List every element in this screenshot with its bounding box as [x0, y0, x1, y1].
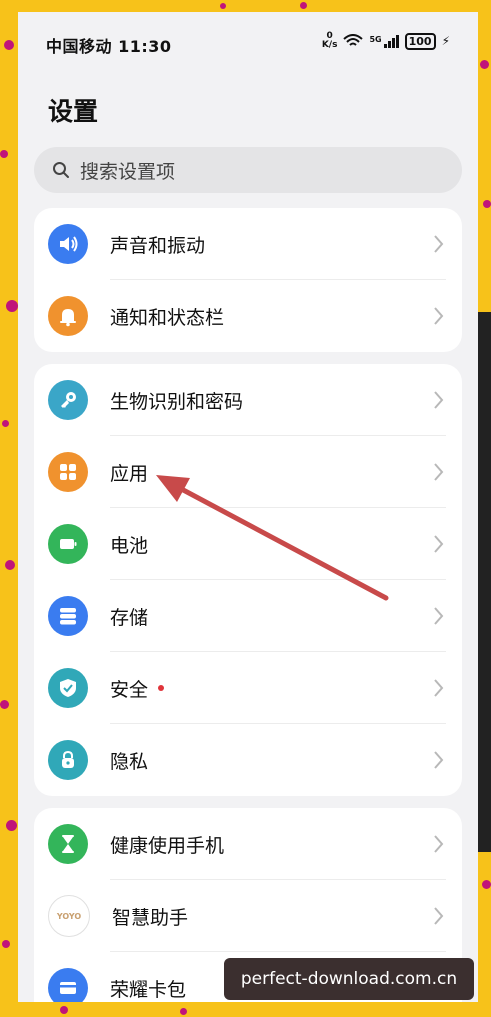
apps-icon — [48, 452, 88, 492]
settings-item-biometrics[interactable]: 生物识别和密码 — [34, 364, 462, 436]
page-title: 设置 — [48, 97, 99, 126]
settings-item-digital-health[interactable]: 健康使用手机 — [34, 808, 462, 880]
chevron-right-icon — [434, 607, 444, 625]
settings-item-label: 健康使用手机 — [110, 834, 225, 857]
settings-item-label: 电池 — [110, 534, 149, 557]
notification-badge — [158, 685, 165, 691]
network-speed: 0 K/s — [322, 32, 338, 50]
settings-item-label: 声音和振动 — [110, 234, 206, 257]
charging-icon: ⚡ — [441, 34, 450, 48]
storage-icon — [48, 596, 88, 636]
settings-item-label: 存储 — [110, 606, 149, 629]
settings-item-label: 生物识别和密码 — [110, 390, 244, 413]
chevron-right-icon — [434, 235, 444, 253]
chevron-right-icon — [434, 835, 444, 853]
shield-icon — [48, 668, 88, 708]
settings-item-privacy[interactable]: 隐私 — [34, 724, 462, 796]
hourglass-icon — [48, 824, 88, 864]
settings-item-notifications[interactable]: 通知和状态栏 — [34, 280, 462, 352]
chevron-right-icon — [434, 679, 444, 697]
network-type: 5G — [369, 34, 382, 44]
bell-icon — [48, 296, 88, 336]
settings-item-sound[interactable]: 声音和振动 — [34, 208, 462, 280]
volume-icon — [48, 224, 88, 264]
settings-item-assistant[interactable]: YOYO 智慧助手 — [34, 880, 462, 952]
settings-item-apps[interactable]: 应用 — [34, 436, 462, 508]
chevron-right-icon — [434, 307, 444, 325]
search-placeholder: 搜索设置项 — [80, 160, 176, 183]
battery-icon — [48, 524, 88, 564]
signal-icon: 5G — [369, 34, 399, 48]
chevron-right-icon — [434, 907, 444, 925]
wifi-icon — [343, 34, 364, 48]
settings-item-storage[interactable]: 存储 — [34, 580, 462, 652]
settings-item-label: 通知和状态栏 — [110, 306, 225, 329]
watermark: perfect-download.com.cn — [224, 958, 474, 1000]
settings-item-label: 安全 — [110, 678, 149, 701]
settings-screen: 中国移动 11:30 0 K/s 5G 100 ⚡ 设置 搜索设置项 声音和振动… — [18, 12, 478, 1002]
status-bar: 中国移动 11:30 0 K/s 5G 100 ⚡ — [18, 12, 478, 72]
settings-group-1: 声音和振动 通知和状态栏 — [34, 208, 462, 352]
status-icons: 0 K/s 5G 100 ⚡ — [322, 32, 450, 50]
chevron-right-icon — [434, 535, 444, 553]
carrier-time: 中国移动 11:30 — [46, 37, 172, 56]
settings-item-label: 应用 — [110, 462, 149, 485]
yoyo-icon: YOYO — [48, 895, 90, 937]
chevron-right-icon — [434, 751, 444, 769]
settings-item-label: 智慧助手 — [112, 906, 189, 929]
search-icon — [52, 161, 70, 179]
background-photo-edge — [477, 312, 491, 852]
settings-group-2: 生物识别和密码 应用 电池 存储 安全 隐私 — [34, 364, 462, 796]
settings-item-security[interactable]: 安全 — [34, 652, 462, 724]
wallet-icon — [48, 968, 88, 1002]
chevron-right-icon — [434, 463, 444, 481]
search-input[interactable]: 搜索设置项 — [34, 147, 462, 193]
speed-unit: K/s — [321, 40, 338, 50]
settings-item-label: 荣耀卡包 — [110, 978, 187, 1001]
key-icon — [48, 380, 88, 420]
settings-item-label: 隐私 — [110, 750, 149, 773]
chevron-right-icon — [434, 391, 444, 409]
lock-icon — [48, 740, 88, 780]
settings-item-battery[interactable]: 电池 — [34, 508, 462, 580]
battery-level: 100 — [404, 32, 436, 50]
